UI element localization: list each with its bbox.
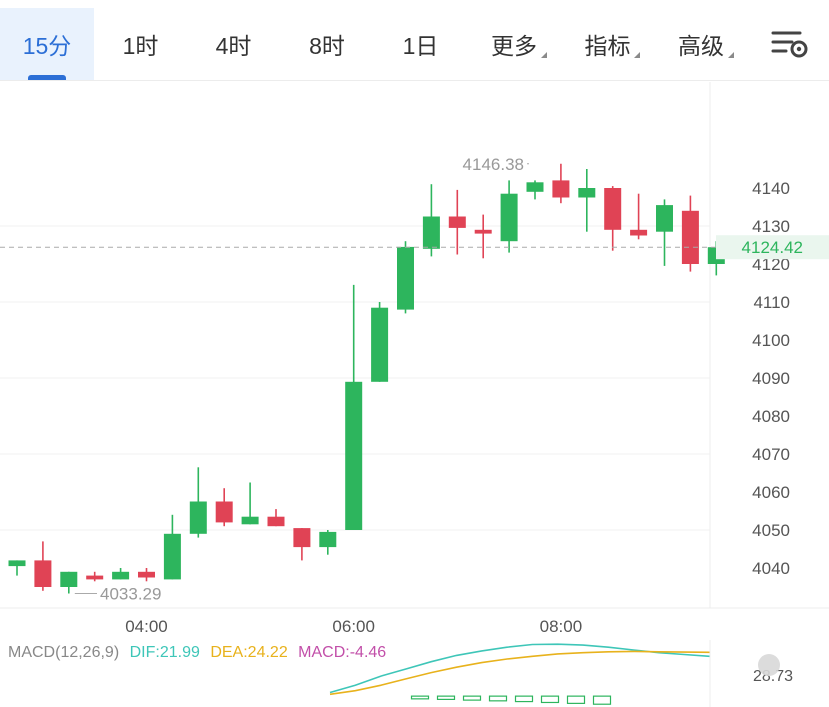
y-tick-label: 4130	[752, 217, 790, 236]
candle	[578, 169, 596, 232]
candle-body	[112, 571, 130, 580]
candle-body	[293, 528, 311, 548]
candle	[526, 180, 544, 200]
candle	[163, 514, 181, 580]
x-tick-label: 04:00	[125, 617, 168, 636]
candle	[293, 528, 311, 561]
candle-body	[60, 571, 78, 587]
candle	[215, 488, 233, 527]
candle	[241, 482, 259, 525]
candle-body	[500, 193, 518, 242]
candle-body	[163, 533, 181, 580]
candle-body	[474, 229, 492, 234]
candle-body	[604, 188, 622, 230]
x-tick-label: 08:00	[540, 617, 583, 636]
macd-histogram-bar	[410, 695, 430, 700]
candle	[267, 509, 285, 527]
collapse-icon	[758, 654, 780, 676]
candle	[138, 568, 155, 582]
candle	[397, 241, 414, 314]
candle-body	[630, 229, 648, 236]
candle-body	[215, 501, 233, 523]
candle	[371, 302, 389, 382]
candle	[86, 571, 104, 582]
macd-legend: MACD(12,26,9) DIF:21.99 DEA:24.22 MACD:-…	[8, 644, 392, 662]
candle-body	[422, 216, 440, 249]
candle-body	[656, 205, 673, 232]
price-grid	[0, 82, 829, 609]
y-tick-label: 4100	[752, 331, 790, 350]
y-tick-label: 4040	[752, 559, 790, 578]
dif-value: DIF:21.99	[129, 644, 200, 661]
macd-histogram-bar	[540, 695, 560, 704]
y-tick-label: 4070	[752, 445, 790, 464]
candle-body	[319, 531, 337, 548]
macd-histogram-bar	[592, 695, 612, 705]
candle	[34, 541, 52, 591]
candle-body	[371, 307, 389, 382]
y-tick-label: 4090	[752, 369, 790, 388]
candle-body	[448, 216, 466, 228]
candle-body	[267, 516, 285, 527]
candle	[681, 195, 699, 272]
candle	[60, 571, 78, 594]
macd-pane: 28.73	[329, 640, 793, 707]
dea-value: DEA:24.22	[210, 644, 288, 661]
time-axis: 04:00 06:00 08:00	[125, 617, 582, 636]
candle-body	[34, 560, 52, 587]
macd-histogram-bar	[514, 695, 534, 703]
macd-indicator-label: MACD(12,26,9)	[8, 644, 120, 661]
current-price-label: 4124.42	[742, 238, 803, 257]
candles	[8, 163, 725, 594]
y-tick-label: 4080	[752, 407, 790, 426]
price-markers: 4124.42 4146.38 4033.29	[0, 155, 829, 603]
candle-body	[578, 188, 596, 198]
macd-histogram-bar	[488, 695, 508, 702]
x-tick-label: 06:00	[332, 617, 375, 636]
candle	[112, 568, 130, 580]
candle-body	[681, 210, 699, 264]
max-price-label: 4146.38	[463, 155, 524, 174]
candlestick-chart[interactable]: 4040405040604070408040904100411041204130…	[0, 0, 829, 707]
y-tick-label: 4050	[752, 521, 790, 540]
candle	[422, 184, 440, 257]
y-tick-label: 4110	[753, 293, 790, 312]
y-tick-label: 4140	[752, 179, 790, 198]
candle-body	[86, 575, 104, 580]
candle	[8, 560, 26, 576]
candle	[500, 180, 518, 253]
macd-value: MACD:-4.46	[298, 644, 387, 661]
macd-histogram-bar	[462, 695, 482, 701]
candle	[552, 163, 570, 204]
candle	[345, 284, 363, 530]
candle	[604, 186, 622, 251]
candle-body	[552, 180, 570, 198]
candle	[448, 189, 466, 255]
candle-body	[189, 501, 207, 534]
candle-body	[345, 381, 363, 530]
candle-body	[8, 560, 26, 567]
min-price-label: 4033.29	[100, 584, 161, 603]
candle-body	[241, 516, 259, 525]
candle	[630, 193, 648, 240]
macd-histogram-bar	[566, 695, 586, 704]
candle-body	[397, 246, 414, 310]
candle	[189, 467, 207, 538]
candle	[319, 530, 337, 555]
macd-histogram-bar	[436, 695, 456, 700]
candle-body	[138, 571, 155, 578]
candle	[656, 199, 673, 266]
candle	[474, 214, 492, 259]
y-tick-label: 4060	[752, 483, 790, 502]
candle-body	[526, 182, 544, 192]
